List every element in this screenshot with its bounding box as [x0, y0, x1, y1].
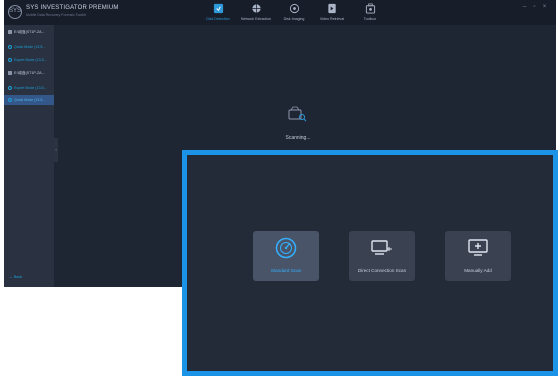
globe-icon	[251, 4, 261, 13]
nav-video-retrieval[interactable]: Video Retrieval	[314, 0, 350, 25]
maximize-button[interactable]: ▫	[531, 4, 538, 11]
video-retrieval-icon	[327, 3, 336, 14]
scan-mode-icon	[8, 45, 12, 49]
zoomed-scan-options-panel: Standard Scan Direct Connection Scan Man…	[182, 150, 558, 376]
standard-scan-button[interactable]: Standard Scan	[253, 231, 319, 281]
brand-name: SYS INVESTIGATOR PREMIUM	[26, 5, 119, 11]
nav-label: Network Extraction	[240, 17, 272, 21]
sidebar-mode-item-selected[interactable]: Quick Mode (13.5...	[4, 95, 54, 105]
monitor-cable-icon	[371, 240, 392, 255]
sidebar-item-label: Expert Mode (13.5...	[14, 86, 47, 90]
close-button[interactable]: ×	[541, 4, 548, 11]
card-label: Direct Connection Scan	[357, 268, 407, 273]
manually-add-button[interactable]: Manually Add	[445, 231, 511, 281]
scanning-disk-icon	[288, 106, 307, 122]
sidebar-mode-item[interactable]: Expert Mode (13.5...	[4, 55, 54, 65]
direct-connection-scan-button[interactable]: Direct Connection Scan	[349, 231, 415, 281]
disk-detection-icon	[213, 3, 223, 14]
disk-imaging-icon	[289, 3, 299, 14]
app-logo: SYS	[8, 5, 22, 19]
scan-mode-icon	[8, 98, 12, 102]
back-button[interactable]: ← Back	[9, 275, 22, 279]
scan-mode-icon	[8, 58, 12, 62]
sidebar-disk-item[interactable]: E:\磁盘(ST1P-ZA...	[4, 27, 54, 37]
sidebar-disk-item[interactable]: E:\磁盘(ST1P-ZA...	[4, 68, 54, 78]
sidebar-item-label: Quick Mode (13.5...	[14, 45, 46, 49]
window-controls: – ▫ ×	[521, 4, 551, 12]
disk-icon	[8, 30, 12, 34]
nav-toolbox[interactable]: Toolbox	[352, 0, 388, 25]
nav-label: Toolbox	[363, 17, 377, 21]
nav-disk-imaging[interactable]: Disk Imaging	[276, 0, 312, 25]
scan-mode-icon	[8, 86, 12, 90]
monitor-add-icon	[468, 239, 488, 256]
sidebar-mode-item[interactable]: Expert Mode (13.5...	[4, 83, 54, 93]
sidebar-mode-item[interactable]: Quick Mode (13.5...	[4, 42, 54, 52]
nav-disk-detection[interactable]: Disk Detection	[200, 0, 236, 25]
sidebar-item-label: Quick Mode (13.5...	[14, 98, 46, 102]
toolbox-icon	[365, 3, 375, 14]
sidebar: E:\磁盘(ST1P-ZA... Quick Mode (13.5... Exp…	[4, 25, 54, 287]
brand-subtitle: Mobile Data Recovery Forensic Toolkit	[26, 13, 86, 17]
radar-scan-icon	[275, 237, 297, 259]
card-label: Manually Add	[464, 268, 492, 273]
card-label: Standard Scan	[270, 268, 302, 273]
sidebar-item-label: E:\磁盘(ST1P-ZA...	[14, 71, 45, 75]
minimize-button[interactable]: –	[521, 4, 528, 11]
nav-network-extraction[interactable]: Network Extraction	[238, 0, 274, 25]
sidebar-item-label: E:\磁盘(ST1P-ZA...	[14, 30, 45, 34]
title-bar: SYS SYS INVESTIGATOR PREMIUM Mobile Data…	[4, 0, 556, 25]
nav-label: Disk Imaging	[283, 17, 305, 21]
nav-label: Disk Detection	[206, 17, 230, 21]
sidebar-item-label: Expert Mode (13.5...	[14, 58, 47, 62]
scanning-status: Scanning...	[285, 135, 311, 141]
disk-icon	[8, 71, 12, 75]
nav-label: Video Retrieval	[319, 17, 345, 21]
